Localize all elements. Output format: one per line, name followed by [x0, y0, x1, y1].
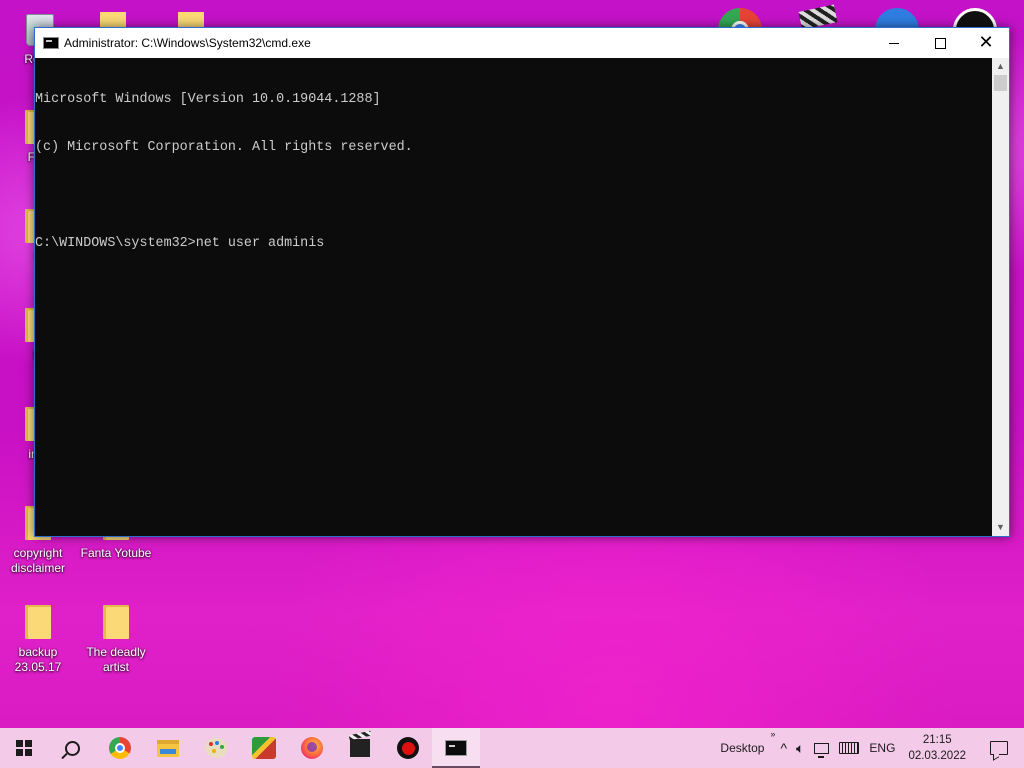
paint-palette-icon — [205, 738, 227, 758]
desktop-icon-folder[interactable]: The deadly artist — [78, 605, 154, 675]
system-tray: Desktop » ^ 🔈︎ ENG 21:15 02.03.2022 — [710, 728, 1024, 768]
close-icon: ✕ — [978, 32, 994, 53]
vertical-scrollbar[interactable]: ▲ ▼ — [992, 58, 1009, 536]
console-output[interactable]: Microsoft Windows [Version 10.0.19044.12… — [35, 58, 993, 538]
taskbar-app-screen-recorder[interactable] — [384, 728, 432, 768]
title-bar[interactable]: Administrator: C:\Windows\System32\cmd.e… — [35, 28, 1009, 58]
taskbar-app-video-editor[interactable] — [336, 728, 384, 768]
cmd-window[interactable]: Administrator: C:\Windows\System32\cmd.e… — [34, 27, 1010, 537]
video-app-icon[interactable] — [875, 8, 919, 28]
desktop-icon-folder[interactable]: backup 23.05.17 — [0, 605, 76, 675]
window-title: Administrator: C:\Windows\System32\cmd.e… — [64, 36, 311, 50]
taskbar: Desktop » ^ 🔈︎ ENG 21:15 02.03.2022 — [0, 728, 1024, 768]
command-prompt-icon — [445, 740, 467, 756]
volume-button[interactable]: 🔈︎ — [791, 728, 809, 768]
taskbar-app-paint[interactable] — [192, 728, 240, 768]
search-button[interactable] — [48, 728, 96, 768]
folder-icon — [25, 605, 51, 639]
clock[interactable]: 21:15 02.03.2022 — [900, 728, 974, 768]
network-icon — [814, 742, 830, 758]
chevron-up-icon: ^ — [780, 740, 788, 756]
search-icon — [64, 740, 80, 756]
command-prompt-icon — [43, 37, 59, 49]
chrome-icon — [109, 737, 131, 759]
taskbar-app-command-prompt[interactable] — [432, 728, 480, 768]
scroll-up-icon[interactable]: ▲ — [992, 58, 1009, 75]
minimize-icon — [889, 42, 899, 44]
console-line: (c) Microsoft Corporation. All rights re… — [35, 140, 413, 155]
desktop-icon-label: The deadly artist — [86, 645, 146, 674]
desktop-icon-label: backup 23.05.17 — [14, 645, 62, 674]
maximize-icon — [934, 37, 946, 49]
console-input-line[interactable]: C:\WINDOWS\system32>net user adminis — [35, 236, 993, 252]
minimize-button[interactable] — [871, 28, 917, 58]
touch-keyboard-button[interactable] — [834, 728, 864, 768]
record-icon[interactable] — [953, 8, 997, 28]
folder-icon — [103, 605, 129, 639]
network-button[interactable] — [809, 728, 834, 768]
maps-icon — [252, 737, 276, 759]
clapperboard-icon — [350, 739, 370, 757]
start-button[interactable] — [0, 728, 48, 768]
maximize-button[interactable] — [917, 28, 963, 58]
chevron-double-icon: » — [770, 729, 776, 739]
desktop-icon-label: Fanta Yotube — [80, 546, 152, 560]
window-controls: ✕ — [871, 28, 1009, 58]
clock-date: 02.03.2022 — [908, 750, 966, 762]
record-icon — [397, 737, 419, 759]
taskbar-app-firefox[interactable] — [288, 728, 336, 768]
desktop-toolbar-label: Desktop — [720, 741, 765, 755]
notification-center-button[interactable] — [974, 728, 1024, 768]
scroll-down-icon[interactable]: ▼ — [992, 519, 1009, 536]
clock-time: 21:15 — [922, 734, 952, 746]
taskbar-app-maps[interactable] — [240, 728, 288, 768]
keyboard-icon — [839, 742, 860, 754]
desktop-toolbar[interactable]: Desktop » — [710, 728, 775, 768]
speaker-icon: 🔈︎ — [796, 739, 805, 756]
windows-logo-icon — [16, 740, 32, 756]
language-label: ENG — [869, 741, 896, 755]
close-button[interactable]: ✕ — [963, 28, 1009, 58]
file-explorer-icon — [157, 739, 179, 757]
taskbar-app-chrome[interactable] — [96, 728, 144, 768]
console-line: Microsoft Windows [Version 10.0.19044.12… — [35, 92, 381, 107]
taskbar-app-file-explorer[interactable] — [144, 728, 192, 768]
notification-icon — [990, 741, 1008, 755]
clapperboard-icon[interactable] — [798, 4, 838, 30]
scrollbar-thumb[interactable] — [994, 75, 1007, 91]
chrome-icon[interactable] — [718, 8, 762, 28]
language-indicator[interactable]: ENG — [864, 728, 900, 768]
firefox-icon — [301, 737, 323, 759]
desktop-icon-label: copyright disclaimer — [10, 546, 65, 575]
